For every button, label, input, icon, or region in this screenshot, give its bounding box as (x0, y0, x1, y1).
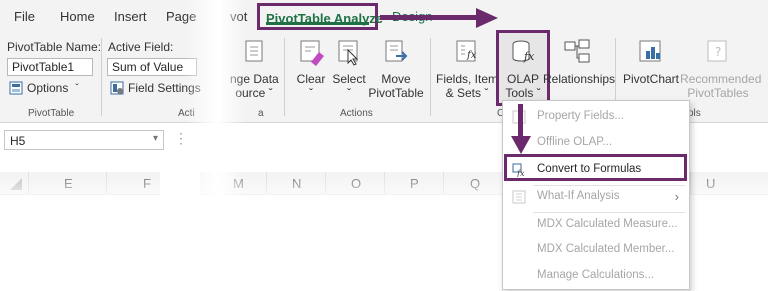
move-pivottable-button[interactable]: Move PivotTable (368, 38, 424, 100)
menu-item-label: What-If Analysis (537, 190, 620, 202)
what-if-analysis-icon (512, 190, 526, 204)
annotation-arrow (518, 104, 523, 140)
pivotchart-label: PivotChart (622, 72, 680, 86)
svg-text:fx: fx (523, 50, 535, 63)
options-label: Options (27, 81, 69, 95)
menu-item-label: MDX Calculated Member... (537, 243, 675, 255)
relationships-button[interactable]: Relationships (543, 38, 616, 86)
recommended-pivottables-button[interactable]: ? Recommended PivotTables (680, 38, 762, 100)
menu-item-mdx-calculated-member[interactable]: MDX Calculated Member... (503, 238, 689, 262)
relationships-icon (564, 39, 590, 63)
menu-item-property-fields[interactable]: Property Fields... (503, 105, 689, 129)
field-settings-icon (110, 81, 124, 95)
chevron-down-icon: ˇ (347, 86, 351, 100)
formula-bar-grip-icon: ⋮ (174, 130, 188, 146)
pivotchart-button[interactable]: PivotChart (622, 38, 680, 86)
chevron-down-icon: ˇ (309, 86, 313, 100)
select-button[interactable]: Select ˇ (330, 38, 368, 100)
options-icon (9, 81, 23, 95)
arrow-head-icon (511, 136, 531, 154)
fields-items-sets-button[interactable]: fx Fields, Items & Sets ˇ (436, 38, 505, 100)
options-button[interactable]: Options ˇ (9, 81, 79, 95)
olap-tools-line1: OLAP (506, 72, 539, 86)
menu-item-mdx-calculated-measure[interactable]: MDX Calculated Measure... (503, 213, 689, 237)
name-box[interactable]: H5 ▾ (4, 130, 164, 150)
active-tab-underline (266, 22, 369, 25)
group-label-data: a (258, 108, 264, 119)
chevron-down-icon: ˇ (75, 82, 79, 94)
group-separator (284, 38, 285, 116)
active-field-label: Active Field: (108, 40, 174, 54)
recommended-line2: PivotTables (687, 86, 749, 100)
tab-file[interactable]: File (14, 9, 35, 24)
recommended-line1: Recommended (680, 72, 762, 86)
annotation-arrow (380, 15, 490, 20)
menu-item-manage-calculations[interactable]: Manage Calculations... (503, 264, 689, 288)
svg-text:fx: fx (466, 50, 477, 61)
menu-item-label: Offline OLAP... (537, 136, 613, 148)
pivotchart-icon (639, 40, 661, 62)
pivottable-name-label: PivotTable Name: (7, 40, 102, 54)
olap-tools-icon: fx (512, 40, 535, 63)
tab-home[interactable]: Home (60, 9, 95, 24)
active-field-input[interactable]: Sum of Value (107, 58, 197, 76)
olap-tools-menu: Property Fields... Offline OLAP... fx Co… (502, 100, 690, 290)
group-label-pivottable: PivotTable (28, 108, 75, 119)
fields-items-sets-line1: Fields, Items (436, 72, 505, 86)
arrow-head-icon (476, 8, 498, 28)
convert-to-formulas-highlight (504, 154, 687, 181)
name-box-value: H5 (10, 134, 26, 148)
chevron-right-icon: › (674, 189, 679, 204)
group-separator (430, 38, 431, 116)
recommended-pivottables-icon: ? (707, 40, 727, 62)
fields-items-sets-line2: & Sets ˇ (445, 86, 489, 100)
menu-item-label: Property Fields... (537, 110, 624, 122)
pivottable-name-field[interactable]: PivotTable1 (7, 58, 93, 76)
move-pivottable-line1: Move (381, 72, 411, 86)
olap-tools-button[interactable]: fx OLAP Tools ˇ (499, 38, 547, 100)
select-label: Select (332, 72, 366, 86)
move-pivottable-icon (385, 40, 408, 62)
fields-items-sets-icon: fx (456, 40, 477, 62)
tab-insert[interactable]: Insert (114, 9, 147, 24)
menu-item-what-if-analysis[interactable]: What-If Analysis › (503, 185, 689, 209)
group-separator (101, 38, 102, 116)
move-pivottable-line2: PivotTable (368, 86, 424, 100)
clear-button[interactable]: Clear ˇ (294, 38, 328, 100)
relationships-label: Relationships (543, 72, 616, 86)
chevron-down-icon: ▾ (152, 133, 158, 144)
svg-text:?: ? (715, 45, 721, 59)
tab-pivottable-analyze[interactable]: PivotTable Analyze (257, 3, 383, 30)
menu-item-label: Manage Calculations... (537, 269, 654, 281)
group-label-actions: Actions (340, 108, 373, 119)
menu-item-label: MDX Calculated Measure... (537, 218, 678, 230)
clear-icon (300, 40, 324, 66)
select-icon (338, 40, 359, 66)
clear-label: Clear (296, 72, 326, 86)
olap-tools-line2: Tools ˇ (505, 86, 541, 100)
